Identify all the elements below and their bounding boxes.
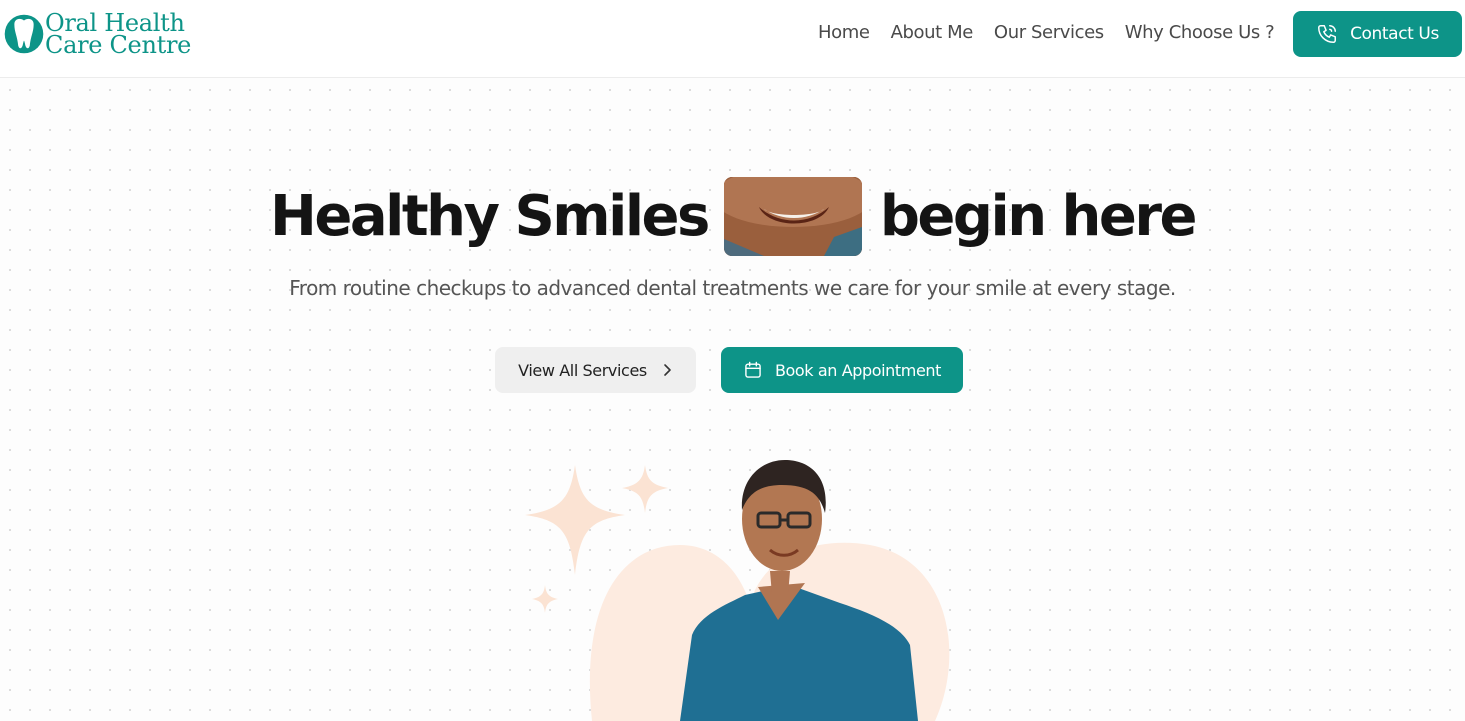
tooth-logo-icon [4,14,44,54]
nav-our-services[interactable]: Our Services [994,22,1104,43]
sparkle-small-icon [532,585,558,613]
hero-title: Healthy Smiles begin here [0,176,1465,256]
logo-text-line2: Care Centre [45,31,192,59]
nav-about-me[interactable]: About Me [891,22,974,43]
nav-home[interactable]: Home [818,22,870,43]
view-all-services-button[interactable]: View All Services [495,347,696,393]
chevron-right-icon [664,364,671,376]
sparkle-medium-icon [622,465,668,513]
main-nav: Home About Me Our Services Why Choose Us… [818,22,1295,43]
phone-icon [1318,25,1337,43]
sparkle-large-icon [525,465,625,575]
smile-photo [723,176,862,256]
doctor-portrait-area [520,455,970,721]
logo[interactable]: Oral Health Care Centre [3,4,191,64]
hero-title-part1: Healthy Smiles [269,183,710,249]
hero-subtitle: From routine checkups to advanced dental… [289,276,1176,300]
contact-us-label: Contact Us [1350,24,1439,44]
view-all-services-label: View All Services [518,360,647,380]
book-appointment-button[interactable]: Book an Appointment [721,347,963,393]
calendar-icon [745,361,761,378]
site-header: Oral Health Care Centre Home About Me Ou… [0,0,1465,78]
contact-us-button[interactable]: Contact Us [1293,11,1462,57]
book-appointment-label: Book an Appointment [774,360,942,380]
hero-title-part2: begin here [879,183,1198,249]
doctor-illustration [525,460,950,721]
nav-why-choose-us[interactable]: Why Choose Us ? [1125,22,1275,43]
